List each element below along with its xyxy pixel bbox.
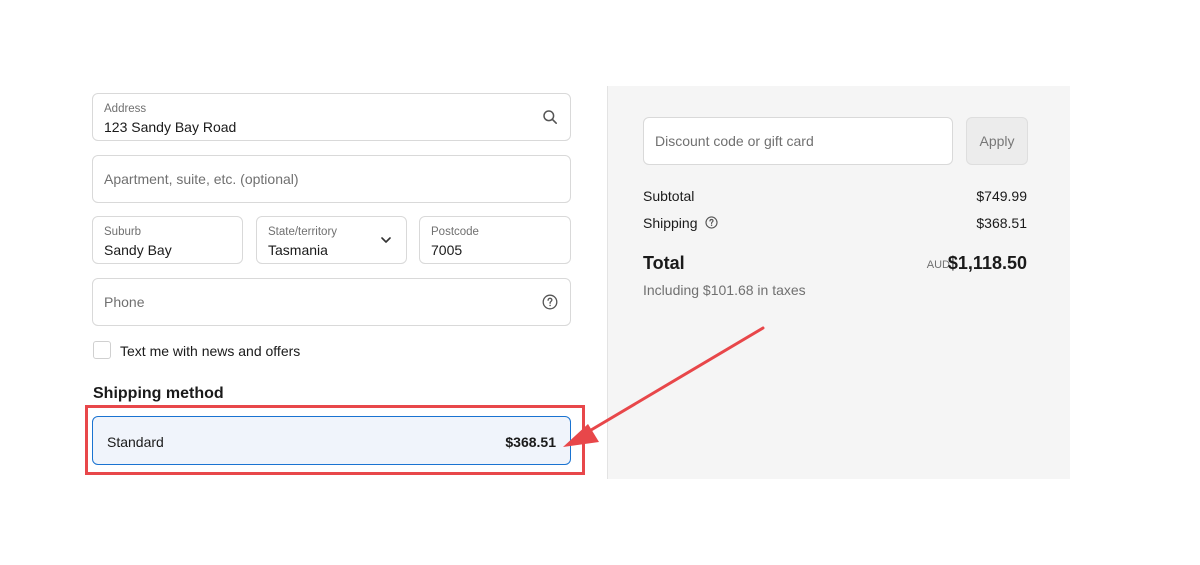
total-label: Total (643, 253, 685, 273)
apartment-field[interactable]: Apartment, suite, etc. (optional) (92, 155, 571, 203)
sms-optin-label: Text me with news and offers (120, 343, 301, 359)
shipping-summary-text: Shipping (643, 215, 698, 231)
suburb-value: Sandy Bay (104, 242, 172, 258)
apply-discount-button[interactable]: Apply (966, 117, 1028, 165)
total-value: $1,118.50 (947, 253, 1027, 273)
phone-field[interactable]: Phone (92, 278, 571, 326)
total-currency: AUD (926, 259, 950, 271)
phone-placeholder: Phone (104, 294, 145, 310)
state-select[interactable]: State/territory Tasmania (256, 216, 407, 264)
shipping-option-standard[interactable]: Standard $368.51 (92, 416, 571, 465)
shipping-option-name: Standard (107, 434, 164, 450)
postcode-label: Postcode (431, 226, 479, 238)
subtotal-value: $749.99 (976, 188, 1027, 204)
shipping-summary-label: Shipping (643, 215, 718, 231)
postcode-value: 7005 (431, 242, 463, 258)
help-circle-icon[interactable] (542, 294, 558, 310)
search-icon[interactable] (542, 109, 558, 125)
discount-code-input[interactable]: Discount code or gift card (643, 117, 953, 165)
suburb-field[interactable]: Suburb Sandy Bay (92, 216, 243, 264)
postcode-field[interactable]: Postcode 7005 (419, 216, 571, 264)
help-circle-icon[interactable] (705, 216, 718, 229)
address-label: Address (104, 103, 147, 115)
chevron-down-icon (381, 237, 391, 243)
apartment-placeholder: Apartment, suite, etc. (optional) (104, 171, 299, 187)
taxes-note: Including $101.68 in taxes (643, 282, 806, 298)
sms-optin-checkbox[interactable] (93, 341, 111, 359)
discount-placeholder: Discount code or gift card (655, 133, 814, 149)
subtotal-label: Subtotal (643, 188, 695, 204)
shipping-option-price: $368.51 (505, 434, 556, 450)
shipping-summary-value: $368.51 (976, 215, 1027, 231)
shipping-method-heading: Shipping method (93, 385, 224, 402)
address-value: 123 Sandy Bay Road (104, 119, 237, 135)
address-field[interactable]: Address 123 Sandy Bay Road (92, 93, 571, 141)
state-value: Tasmania (268, 242, 328, 258)
suburb-label: Suburb (104, 226, 142, 238)
state-label: State/territory (268, 226, 338, 238)
